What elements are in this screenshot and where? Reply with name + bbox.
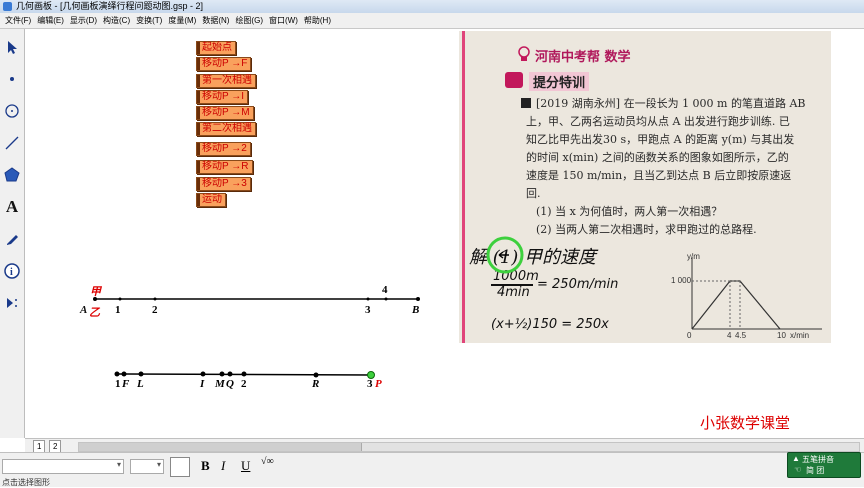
color-swatch[interactable] bbox=[170, 457, 190, 477]
pencil-badge-icon bbox=[505, 72, 523, 88]
label-l2-1: 1 bbox=[115, 378, 121, 390]
label-l: L bbox=[137, 378, 144, 390]
handwriting-fraction-den: 4min bbox=[497, 285, 530, 300]
point-1[interactable] bbox=[118, 297, 122, 301]
horizontal-scrollbar[interactable] bbox=[78, 442, 860, 452]
point-i[interactable] bbox=[200, 371, 206, 377]
label-a: A bbox=[80, 304, 88, 316]
chevron-down-icon: ▾ bbox=[156, 460, 161, 469]
graph-ylabel: y/m bbox=[687, 252, 700, 261]
point-b[interactable] bbox=[416, 297, 420, 301]
point-m[interactable] bbox=[219, 371, 225, 377]
problem-line: [2019 湖南永州] 在一段长为 1 000 m 的笔直道路 AB bbox=[536, 97, 806, 110]
photo-margin-line bbox=[462, 31, 465, 343]
label-3: 3 bbox=[365, 304, 371, 316]
bold-icon[interactable]: B bbox=[201, 458, 210, 474]
graph-x-tick-10: 10 bbox=[777, 331, 786, 340]
problem-line: (2) 当两人第二次相遇时，求甲跑过的总路程. bbox=[536, 223, 757, 236]
graph-xlabel: x/min bbox=[790, 331, 810, 340]
page-tabs-bar: 1 2 bbox=[25, 438, 864, 453]
label-jia: 甲 bbox=[90, 286, 101, 298]
graph-line bbox=[691, 280, 781, 330]
underline-icon[interactable]: U bbox=[241, 458, 250, 474]
label-l2-2: 2 bbox=[241, 378, 247, 390]
handwriting-equation: (x+½)150 = 250x bbox=[491, 317, 609, 332]
problem-graph bbox=[691, 257, 822, 330]
handwriting-speed: = 250m/min bbox=[537, 277, 619, 292]
problem-line: 知乙比甲先出发30 s，甲跑点 A 的距离 y(m) 与其出发 bbox=[526, 133, 795, 146]
problem-line: 速度是 150 m/min，且当乙到达点 B 后立即按原速返 bbox=[526, 169, 792, 182]
italic-icon[interactable]: I bbox=[221, 458, 225, 474]
chevron-down-icon: ▾ bbox=[116, 460, 121, 469]
label-2: 2 bbox=[152, 304, 158, 316]
ime-mode: 简 团 bbox=[806, 466, 825, 475]
point-2[interactable] bbox=[153, 297, 157, 301]
problem-line: 上，甲、乙两名运动员均从点 A 出发进行跑步训练. 已 bbox=[526, 115, 790, 128]
label-4: 4 bbox=[382, 284, 388, 296]
label-m: M bbox=[215, 378, 225, 390]
label-yi: 乙 bbox=[89, 307, 100, 319]
label-p: P bbox=[375, 378, 382, 390]
problem-number-icon bbox=[521, 98, 531, 108]
graph-y-tick: 1 000 bbox=[671, 276, 692, 285]
font-select[interactable]: ▾ bbox=[2, 459, 124, 474]
label-f: F bbox=[122, 378, 130, 390]
ime-name: 五笔拼音 bbox=[802, 455, 834, 464]
graph-x-tick-0: 0 bbox=[687, 331, 692, 340]
problem-line: 回. bbox=[526, 187, 541, 200]
bulb-icon bbox=[518, 46, 530, 61]
math-format-icon[interactable]: √∞ bbox=[261, 456, 274, 467]
text-format-bar: ▾ ▾ B I U √∞ 点击选择图形 bbox=[0, 452, 864, 487]
point-q[interactable] bbox=[227, 371, 233, 377]
label-q: Q bbox=[226, 378, 234, 390]
label-b: B bbox=[412, 304, 420, 316]
problem-text: [2019 湖南永州] 在一段长为 1 000 m 的笔直道路 AB 上，甲、乙… bbox=[526, 95, 806, 239]
problem-line: (1) 当 x 为何值时，两人第一次相遇？ bbox=[536, 205, 723, 218]
label-1: 1 bbox=[115, 304, 121, 316]
graph-x-tick-45: 4.5 bbox=[735, 331, 747, 340]
photo-section-title: 提分特训 bbox=[529, 72, 590, 91]
label-l2-3: 3 bbox=[367, 378, 373, 390]
status-text: 点击选择图形 bbox=[2, 478, 50, 487]
scroll-thumb[interactable] bbox=[79, 443, 362, 451]
photo-header: 河南中考帮 数学 bbox=[535, 50, 631, 65]
ime-hand-icon: ☜ bbox=[794, 465, 802, 474]
font-size-select[interactable]: ▾ bbox=[130, 459, 164, 474]
label-i: I bbox=[200, 378, 205, 390]
cursor-highlight-icon bbox=[486, 236, 524, 274]
point-l[interactable] bbox=[138, 371, 144, 377]
point-l2-1[interactable] bbox=[114, 371, 120, 377]
ime-widget[interactable]: ▲ 五笔拼音 ☜ 简 团 bbox=[787, 452, 861, 478]
label-r: R bbox=[312, 378, 320, 390]
point-3[interactable] bbox=[366, 297, 370, 301]
textbook-photo[interactable]: 河南中考帮 数学 提分特训 [2019 湖南永州] 在一段长为 1 000 m … bbox=[459, 31, 831, 343]
point-4[interactable] bbox=[384, 297, 388, 301]
point-f[interactable] bbox=[121, 371, 127, 377]
point-l2-2[interactable] bbox=[241, 371, 247, 377]
graph-x-tick-4: 4 bbox=[727, 331, 732, 340]
brand-watermark: 小张数学课堂 bbox=[700, 414, 791, 432]
ime-logo-icon: ▲ bbox=[792, 454, 800, 463]
point-r[interactable] bbox=[313, 372, 319, 378]
problem-line: 的时间 x(min) 之间的函数关系的图象如图所示，乙的 bbox=[526, 151, 789, 164]
